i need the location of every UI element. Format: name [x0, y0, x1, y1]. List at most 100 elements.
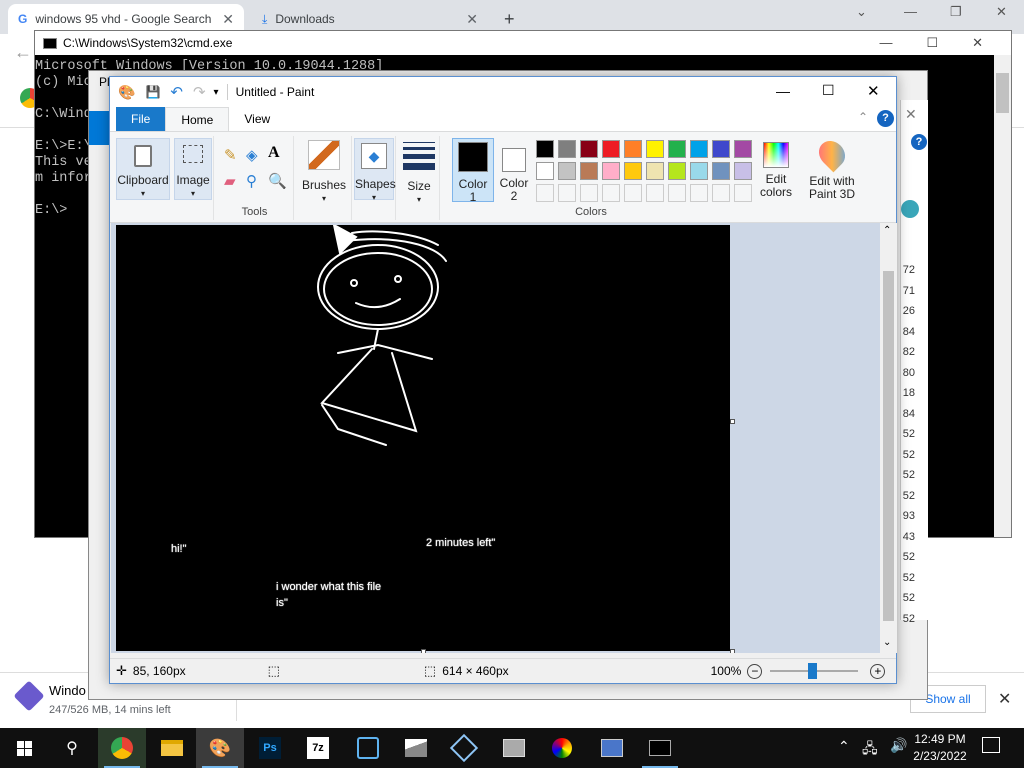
clock-time[interactable]: 12:49 PM — [912, 732, 968, 746]
palette-swatch[interactable] — [690, 162, 708, 180]
clock-date[interactable]: 2/23/2022 — [912, 749, 968, 763]
pencil-icon[interactable]: ✎ — [224, 146, 237, 164]
fill-icon[interactable]: ◈ — [246, 146, 258, 164]
close-icon[interactable]: ✕ — [998, 689, 1011, 709]
magnifier-icon[interactable]: 🔍 — [268, 172, 287, 190]
network-icon[interactable]: 🖧 — [862, 738, 878, 762]
palette-swatch[interactable] — [624, 162, 642, 180]
close-icon[interactable]: ✕ — [222, 11, 234, 28]
paint-title-bar[interactable]: 🎨 💾 ↶ ↷ ▾ Untitled - Paint — ☐ ✕ — [110, 77, 896, 107]
palette-swatch[interactable] — [536, 162, 554, 180]
chevron-up-icon[interactable]: ⌃ — [838, 738, 850, 755]
search-button[interactable]: ⚲ — [48, 728, 96, 768]
palette-swatch[interactable] — [668, 140, 686, 158]
taskbar-app-computer[interactable] — [588, 728, 636, 768]
cmd-title-bar[interactable]: C:\Windows\System32\cmd.exe — ☐ ✕ — [35, 31, 1011, 55]
zoom-out-icon[interactable]: − — [747, 663, 763, 679]
palette-swatch[interactable] — [646, 184, 664, 202]
canvas-area[interactable]: hi!" 2 minutes left" i wonder what this … — [111, 223, 897, 653]
minimize-icon[interactable]: — — [904, 4, 917, 19]
size-button[interactable]: Size ▾ — [400, 138, 438, 204]
close-icon[interactable]: ✕ — [972, 35, 983, 51]
taskbar-explorer[interactable] — [148, 728, 196, 768]
palette-swatch[interactable] — [668, 162, 686, 180]
volume-icon[interactable]: 🔊 — [890, 737, 907, 754]
minimize-icon[interactable]: — — [879, 35, 892, 51]
chevron-down-icon[interactable]: ⌄ — [856, 4, 867, 20]
palette-swatch[interactable] — [712, 162, 730, 180]
palette-swatch[interactable] — [536, 140, 554, 158]
palette-swatch[interactable] — [712, 184, 730, 202]
palette-swatch[interactable] — [646, 140, 664, 158]
tab-view[interactable]: View — [229, 107, 285, 131]
palette-swatch[interactable] — [624, 140, 642, 158]
palette-swatch[interactable] — [734, 184, 752, 202]
zoom-slider-thumb[interactable] — [808, 663, 818, 679]
close-icon[interactable]: ✕ — [996, 4, 1007, 20]
scroll-thumb[interactable] — [883, 271, 894, 621]
undo-icon[interactable]: ↶ — [170, 83, 183, 101]
palette-swatch[interactable] — [580, 162, 598, 180]
palette-swatch[interactable] — [690, 184, 708, 202]
close-icon[interactable]: ✕ — [905, 106, 917, 123]
tab-home[interactable]: Home — [165, 107, 230, 131]
minimize-icon[interactable]: — — [776, 83, 790, 99]
vertical-scrollbar[interactable]: ⌃ ⌄ — [880, 223, 897, 653]
palette-swatch[interactable] — [602, 184, 620, 202]
resize-handle[interactable] — [421, 649, 426, 653]
palette-swatch[interactable] — [536, 184, 554, 202]
chevron-down-icon[interactable]: ⌄ — [883, 637, 891, 648]
clipboard-button[interactable]: Clipboard ▾ — [116, 138, 170, 200]
palette-swatch[interactable] — [558, 184, 576, 202]
start-button[interactable] — [0, 728, 48, 768]
close-icon[interactable]: ✕ — [867, 82, 880, 100]
chevron-down-icon[interactable]: ▾ — [214, 87, 219, 98]
edit-colors-button[interactable]: Edit colors — [758, 138, 794, 202]
text-icon[interactable]: A — [268, 144, 280, 162]
paint3d-button[interactable]: Edit with Paint 3D — [804, 135, 860, 202]
scroll-thumb[interactable] — [996, 73, 1009, 113]
palette-swatch[interactable] — [646, 162, 664, 180]
palette-swatch[interactable] — [558, 162, 576, 180]
color1-button[interactable]: Color 1 — [452, 138, 494, 204]
taskbar-7zip[interactable]: 7z — [294, 728, 342, 768]
shapes-button[interactable]: ◆ Shapes ▾ — [354, 138, 396, 202]
palette-swatch[interactable] — [580, 140, 598, 158]
resize-handle[interactable] — [730, 419, 735, 424]
taskbar-app-colorful[interactable] — [538, 728, 586, 768]
palette-swatch[interactable] — [602, 140, 620, 158]
resize-handle[interactable] — [730, 649, 735, 653]
save-icon[interactable]: 💾 — [145, 85, 160, 99]
taskbar-chrome[interactable] — [98, 728, 146, 768]
color-picker-icon[interactable]: ⚲ — [246, 172, 257, 190]
image-button[interactable]: Image ▾ — [174, 138, 212, 200]
cmd-scrollbar[interactable] — [994, 55, 1011, 537]
tab-file[interactable]: File — [116, 107, 166, 131]
palette-swatch[interactable] — [668, 184, 686, 202]
palette-swatch[interactable] — [734, 162, 752, 180]
chevron-up-icon[interactable]: ⌃ — [883, 225, 891, 236]
taskbar-paint[interactable]: 🎨 — [196, 728, 244, 768]
zoom-slider[interactable] — [770, 663, 859, 679]
restore-icon[interactable]: ❐ — [950, 4, 962, 20]
taskbar-virtualbox[interactable] — [440, 728, 488, 768]
palette-swatch[interactable] — [558, 140, 576, 158]
color2-button[interactable]: Color 2 — [496, 138, 532, 203]
notifications-icon[interactable] — [982, 737, 1000, 753]
palette-swatch[interactable] — [624, 184, 642, 202]
back-icon[interactable]: ← — [14, 42, 32, 63]
chevron-up-icon[interactable]: ⌃ — [858, 110, 868, 124]
background-window-list[interactable]: ✕ ? 72 71 26 84 82 80 18 84 52 52 52 52 93 43 52 52 52 52 — [900, 100, 928, 625]
palette-swatch[interactable] — [690, 140, 708, 158]
close-icon[interactable]: ✕ — [466, 11, 478, 28]
eraser-icon[interactable]: ▰ — [224, 172, 236, 190]
palette-swatch[interactable] — [712, 140, 730, 158]
maximize-icon[interactable]: ☐ — [926, 35, 938, 51]
taskbar-app-network[interactable] — [490, 728, 538, 768]
paint-window[interactable]: 🎨 💾 ↶ ↷ ▾ Untitled - Paint — ☐ ✕ File Ho… — [109, 76, 897, 684]
download-name[interactable]: Windo — [49, 683, 86, 698]
brushes-button[interactable]: Brushes ▾ — [300, 138, 348, 203]
taskbar-app-box[interactable] — [344, 728, 392, 768]
taskbar-photos[interactable] — [392, 728, 440, 768]
taskbar-photoshop[interactable]: Ps — [246, 728, 294, 768]
